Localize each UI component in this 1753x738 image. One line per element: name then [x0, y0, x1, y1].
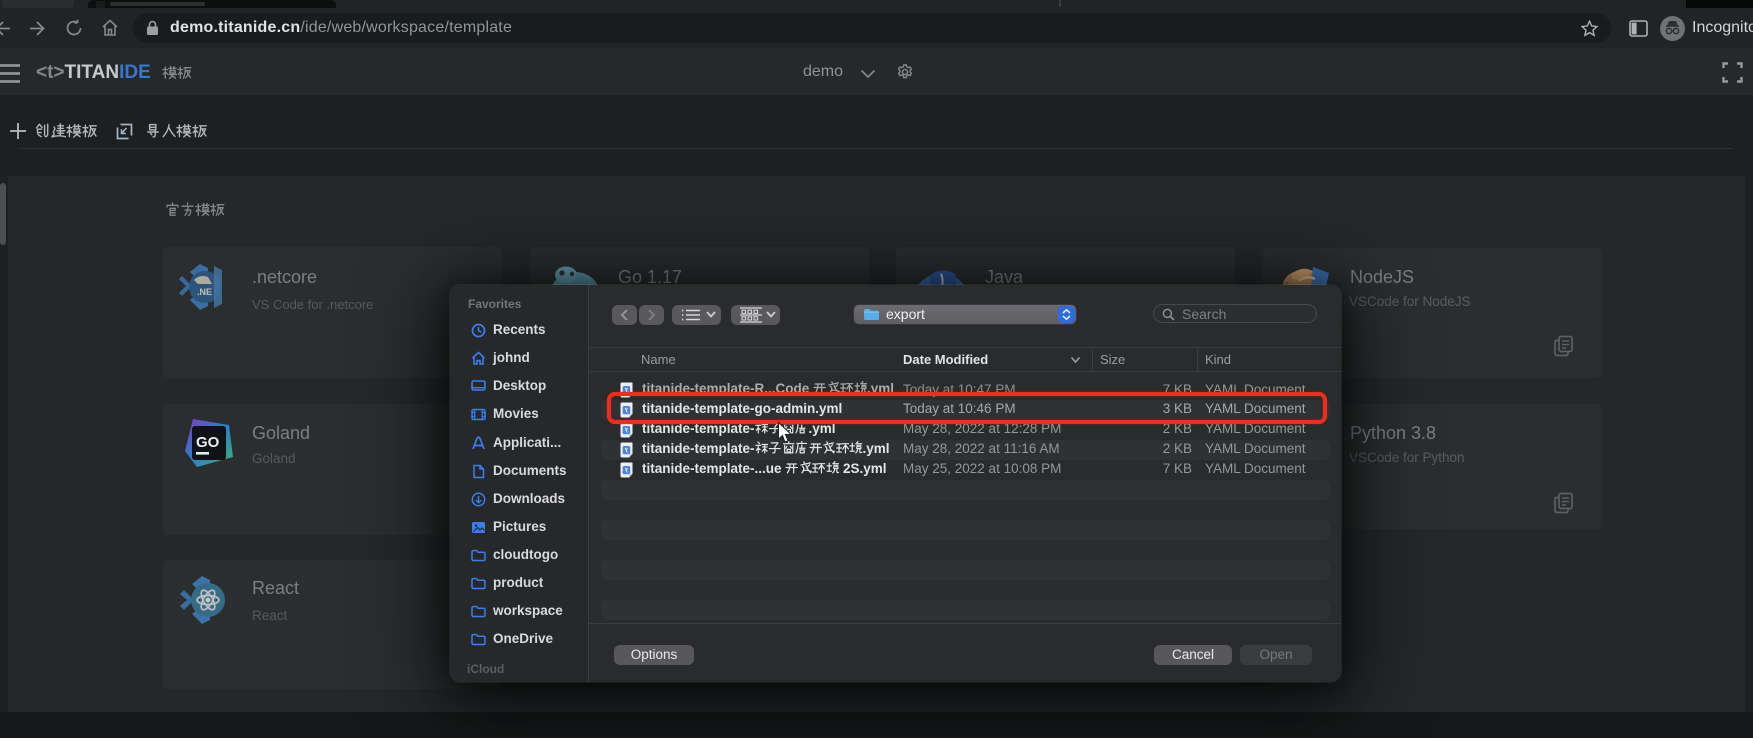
- svg-text:.NE: .NE: [197, 287, 212, 297]
- svg-text:GO: GO: [196, 434, 220, 451]
